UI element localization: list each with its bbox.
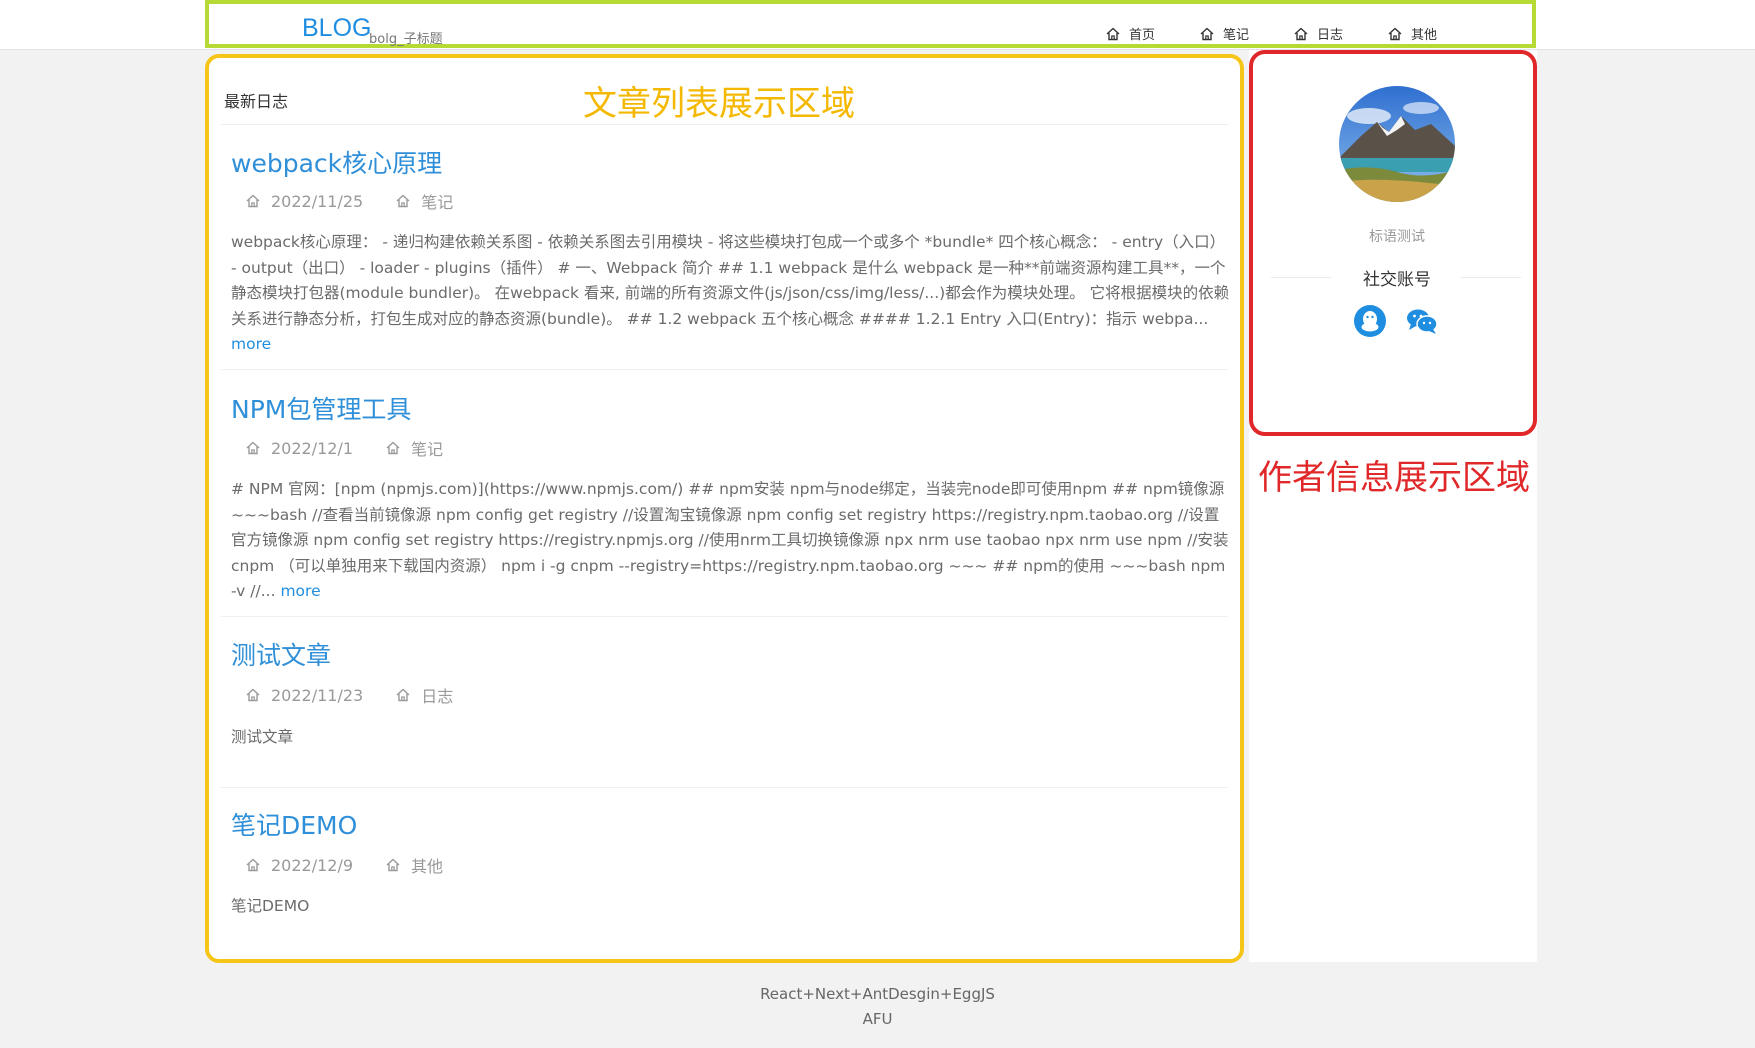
social-icons [1353, 304, 1439, 338]
list-heading: 最新日志 [224, 92, 289, 111]
article-list-panel: 最新日志 webpack核心原理 2022/11/25 笔记 webpack核心… [205, 54, 1244, 963]
article-category: 笔记 [395, 189, 453, 213]
avatar[interactable] [1339, 86, 1455, 202]
nav-item-notes[interactable]: 笔记 [1199, 24, 1249, 43]
article-title[interactable]: 笔记DEMO [231, 806, 357, 842]
footer-stack: React+Next+AntDesgin+EggJS [760, 985, 995, 1003]
article-meta: 2022/12/9 其他 [245, 853, 443, 877]
divider [221, 616, 1228, 617]
article-meta: 2022/12/1 笔记 [245, 436, 443, 460]
home-icon [1105, 26, 1121, 42]
author-motto: 标语测试 [1369, 229, 1425, 245]
wechat-icon[interactable] [1405, 304, 1439, 338]
home-icon [1293, 26, 1309, 42]
home-icon [245, 193, 261, 209]
article-category: 笔记 [385, 436, 443, 460]
article-excerpt: webpack核心原理： - 递归构建依赖关系图 - 依赖关系图去引用模块 - … [231, 233, 1230, 353]
article-excerpt: 测试文章 [231, 728, 294, 746]
article-date: 2022/12/1 [245, 436, 353, 460]
main-nav: 首页 笔记 日志 其他 [1105, 24, 1437, 43]
home-icon [245, 440, 261, 456]
header-highlight-frame: BLOG bolg_子标题 首页 笔记 日志 其他 [205, 0, 1536, 48]
article-meta: 2022/11/25 笔记 [245, 189, 453, 213]
home-icon [1199, 26, 1215, 42]
nav-label: 笔记 [1222, 28, 1249, 43]
article-excerpt: 笔记DEMO [231, 897, 310, 915]
article-excerpt: # NPM 官网：[npm (npmjs.com)](https://www.n… [231, 480, 1229, 600]
home-icon [395, 687, 411, 703]
more-link[interactable]: more [280, 582, 320, 600]
article-title[interactable]: webpack核心原理 [231, 144, 442, 180]
nav-item-other[interactable]: 其他 [1387, 24, 1437, 43]
site-logo[interactable]: BLOG [302, 14, 371, 43]
author-card: 标语测试 社交账号 [1249, 50, 1537, 436]
nav-item-logs[interactable]: 日志 [1293, 24, 1343, 43]
footer: React+Next+AntDesgin+EggJS AFU [0, 982, 1755, 1032]
article-category: 日志 [395, 683, 453, 707]
author-area-annotation: 作者信息展示区域 [1258, 458, 1530, 498]
more-link[interactable]: more [231, 335, 271, 353]
article-title[interactable]: 测试文章 [231, 636, 331, 672]
divider [221, 787, 1228, 788]
home-icon [395, 193, 411, 209]
home-icon [385, 440, 401, 456]
divider [1461, 277, 1521, 278]
qq-icon[interactable] [1353, 304, 1387, 338]
site-subtitle: bolg_子标题 [369, 32, 443, 47]
divider [221, 369, 1228, 370]
article-meta: 2022/11/23 日志 [245, 683, 453, 707]
article-date: 2022/12/9 [245, 853, 353, 877]
article-date: 2022/11/25 [245, 189, 363, 213]
nav-label: 日志 [1316, 28, 1343, 43]
article-date: 2022/11/23 [245, 683, 363, 707]
list-area-annotation: 文章列表展示区域 [583, 84, 855, 124]
home-icon [1387, 26, 1403, 42]
article-category: 其他 [385, 853, 443, 877]
home-icon [245, 857, 261, 873]
nav-label: 其他 [1410, 28, 1437, 43]
footer-author: AFU [862, 1010, 893, 1028]
home-icon [385, 857, 401, 873]
home-icon [245, 687, 261, 703]
nav-label: 首页 [1128, 28, 1155, 43]
nav-item-home[interactable]: 首页 [1105, 24, 1155, 43]
article-title[interactable]: NPM包管理工具 [231, 390, 411, 426]
